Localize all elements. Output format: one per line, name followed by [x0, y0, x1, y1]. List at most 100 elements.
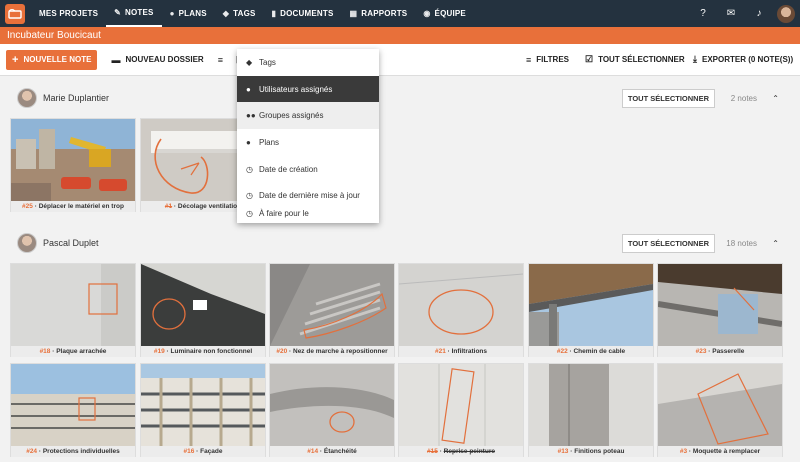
nav-label: DOCUMENTS: [280, 9, 334, 18]
person-icon: ●: [246, 84, 251, 94]
pencil-icon: ✎: [114, 8, 122, 17]
nav-plans[interactable]: ● PLANS: [162, 0, 215, 27]
dropdown-item-assigned-users[interactable]: ● Utilisateurs assignés: [237, 75, 379, 103]
note-caption: #25 · Déplacer le matériel en trop: [11, 201, 135, 212]
note-number: #16: [183, 448, 195, 455]
avatar: [17, 88, 37, 108]
dropdown-item-tags[interactable]: ◆ Tags: [237, 49, 379, 76]
note-card[interactable]: #3 · Moquette à remplacer: [657, 363, 783, 457]
note-number: #1: [164, 203, 173, 210]
note-number: #20: [276, 348, 288, 355]
note-title: Plaque arrachée: [56, 348, 107, 355]
notes-count: 2 notes: [730, 93, 757, 103]
note-number: #15: [427, 448, 438, 455]
dropdown-item-due-date[interactable]: ◷ À faire pour le: [237, 209, 379, 223]
chevron-up-icon[interactable]: ⌃: [772, 94, 779, 103]
nav-label: PLANS: [178, 9, 207, 18]
dropdown-item-assigned-groups[interactable]: ●● Groupes assignés: [237, 102, 379, 130]
group-by-dropdown: ◆ Tags ● Utilisateurs assignés ●● Groupes a…: [237, 49, 379, 223]
note-card[interactable]: #18 · Plaque arrachée: [10, 263, 136, 357]
note-card[interactable]: #23 · Passerelle: [657, 263, 783, 357]
select-all-button[interactable]: ☑ TOUT SÉLECTIONNER: [585, 54, 685, 65]
filters-button[interactable]: ≡ FILTRES: [526, 55, 569, 65]
person-name: Marie Duplantier: [43, 93, 110, 103]
document-icon: ▮: [271, 9, 277, 18]
note-photo: [270, 364, 394, 446]
app-logo[interactable]: [5, 3, 25, 24]
note-number: #25: [22, 203, 33, 210]
note-number: #22: [556, 348, 568, 355]
nav-tags[interactable]: ◆ TAGS: [215, 0, 264, 27]
nav-label: TAGS: [233, 9, 256, 18]
dropdown-item-label: Plans: [259, 137, 280, 147]
note-photo: [141, 364, 265, 446]
note-title: Nez de marche à repositionner: [293, 348, 388, 355]
note-card[interactable]: #16 · Façade: [140, 363, 266, 457]
filters-label: FILTRES: [536, 55, 570, 64]
nav-notes[interactable]: ✎ NOTES: [106, 0, 162, 27]
dropdown-item-label: Groupes assignés: [259, 111, 324, 121]
note-card[interactable]: #14 · Étanchéité: [269, 363, 395, 457]
user-avatar[interactable]: [777, 4, 795, 23]
section-header-marie: Marie Duplantier TOUT SÉLECTIONNER 2 not…: [10, 87, 785, 109]
nav-team[interactable]: ◉ ÉQUIPE: [415, 0, 474, 27]
nav-reports[interactable]: ▦ RAPPORTS: [342, 0, 416, 27]
clock-icon: ◷: [246, 209, 253, 219]
note-card[interactable]: #25 · Déplacer le matériel en trop: [10, 118, 136, 212]
note-card[interactable]: #21 · Infiltrations: [398, 263, 524, 357]
group-icon: ●●: [246, 111, 256, 121]
dropdown-item-creation-date[interactable]: ◷ Date de création: [237, 156, 379, 183]
note-caption: #3 · Moquette à remplacer: [658, 446, 782, 457]
note-card[interactable]: #22 · Chemin de cable: [528, 263, 654, 357]
note-title: Étanchéité: [323, 448, 357, 455]
note-card[interactable]: #19 · Luminaire non fonctionnel: [140, 263, 266, 357]
dropdown-item-label: À faire pour le: [259, 209, 309, 219]
note-caption: #19 · Luminaire non fonctionnel: [141, 346, 265, 357]
note-number: #19: [153, 348, 165, 355]
note-card[interactable]: #13 · Finitions poteau: [528, 363, 654, 457]
note-title: Déplacer le matériel en trop: [38, 203, 124, 210]
note-caption: #15 · Reprise peinture: [399, 446, 523, 457]
note-photo: [11, 119, 135, 201]
note-title: Passerelle: [712, 348, 745, 355]
note-title: Reprise peinture: [443, 448, 495, 455]
export-label: EXPORTER (0 NOTE(S)): [701, 55, 794, 64]
export-button[interactable]: ⤓ EXPORTER (0 NOTE(S)): [693, 54, 793, 65]
note-number: #21: [434, 348, 446, 355]
section-select-all-button[interactable]: TOUT SÉLECTIONNER: [621, 233, 715, 253]
chevron-up-icon[interactable]: ⌃: [772, 239, 779, 248]
note-number: #23: [695, 348, 707, 355]
sort-button[interactable]: ≡: [218, 55, 228, 65]
download-icon: ⤓: [693, 54, 697, 64]
new-note-button[interactable]: + NOUVELLE NOTE: [6, 49, 98, 70]
dropdown-item-label: Date de dernière mise à jour: [259, 191, 360, 201]
note-card[interactable]: #24 · Protections individuelles: [10, 363, 136, 457]
note-caption: #20 · Nez de marche à repositionner: [270, 346, 394, 357]
note-card[interactable]: #15 · Reprise peinture: [398, 363, 524, 457]
filter-icon: ≡: [526, 54, 532, 65]
help-icon[interactable]: ?: [689, 8, 717, 19]
select-all-label: TOUT SÉLECTIONNER: [598, 55, 685, 64]
note-photo: [141, 264, 265, 346]
mail-icon[interactable]: ✉: [717, 8, 745, 19]
section-select-all-button[interactable]: TOUT SÉLECTIONNER: [621, 88, 715, 108]
sort-icon: ≡: [217, 54, 223, 65]
dropdown-item-last-update-date[interactable]: ◷ Date de dernière mise à jour: [237, 182, 379, 209]
note-title: Chemin de cable: [573, 348, 626, 355]
note-card[interactable]: #20 · Nez de marche à repositionner: [269, 263, 395, 357]
new-note-label: NOUVELLE NOTE: [23, 55, 92, 64]
dropdown-item-plans[interactable]: ● Plans: [237, 129, 379, 156]
pin-icon: ●: [246, 137, 251, 147]
note-caption: #14 · Étanchéité: [270, 446, 394, 457]
new-folder-label: NOUVEAU DOSSIER: [125, 55, 204, 64]
note-number: #24: [26, 448, 38, 455]
new-folder-button[interactable]: ▬ NOUVEAU DOSSIER: [111, 55, 203, 65]
nav-documents[interactable]: ▮ DOCUMENTS: [264, 0, 342, 27]
top-navbar: MES PROJETS ✎ NOTES ● PLANS ◆ TAGS ▮ DOCUMEN…: [0, 0, 800, 27]
note-photo: [11, 264, 135, 346]
note-number: #14: [307, 448, 319, 455]
note-photo: [529, 264, 653, 346]
section-header-pascal: Pascal Duplet TOUT SÉLECTIONNER 18 notes…: [10, 232, 785, 254]
bell-icon[interactable]: ♪: [745, 8, 773, 19]
nav-my-projects[interactable]: MES PROJETS: [31, 0, 106, 27]
